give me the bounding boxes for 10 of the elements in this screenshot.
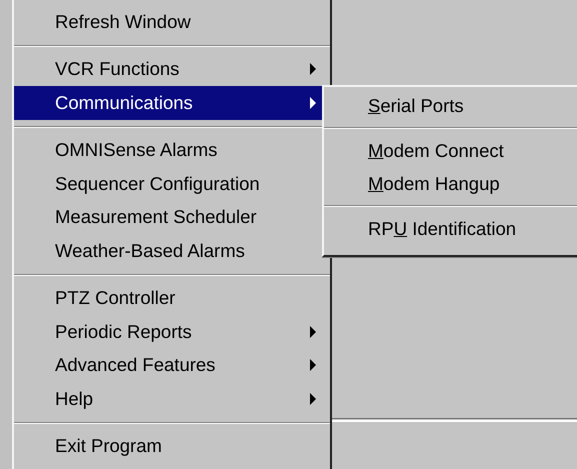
menu-item[interactable]: Advanced Features: [14, 348, 330, 382]
menu-item[interactable]: Help: [14, 382, 330, 416]
menu-item[interactable]: PTZ Controller: [14, 282, 330, 315]
menu-item[interactable]: Refresh Window: [14, 5, 330, 38]
menu-item[interactable]: VCR Functions: [14, 52, 330, 86]
menu-item[interactable]: Exit Program: [14, 430, 330, 463]
menu-item[interactable]: Modem Connect: [324, 134, 577, 167]
menu-item[interactable]: RPU Identification: [324, 212, 577, 245]
menu-item[interactable]: Modem Hangup: [324, 167, 577, 200]
menu-item[interactable]: Periodic Reports: [14, 315, 330, 348]
